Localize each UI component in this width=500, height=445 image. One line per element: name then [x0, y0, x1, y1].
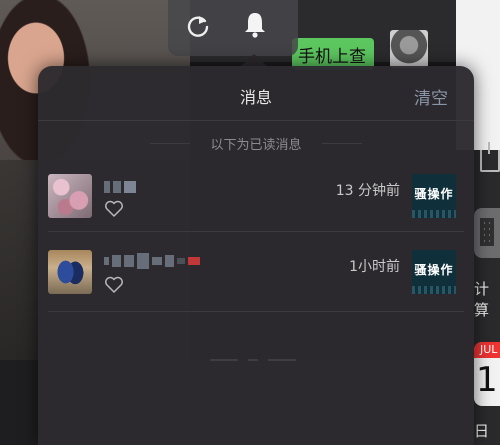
bell-icon[interactable] — [240, 10, 270, 40]
header-divider — [38, 120, 474, 121]
refresh-icon[interactable] — [185, 13, 211, 39]
heart-icon[interactable] — [104, 200, 124, 218]
post-thumbnail[interactable]: 骚操作 — [412, 174, 456, 218]
notification-row[interactable]: 13 分钟前 骚操作 — [38, 156, 474, 236]
calendar-day: 17 — [476, 360, 500, 400]
calendar-month: JUL — [474, 342, 500, 358]
popover-title: 消息 — [239, 88, 272, 107]
notification-popover: 消息 清空 以下为已读消息 13 分钟前 骚操作 1小时前 骚操作 — [38, 66, 474, 445]
calendar-app-icon[interactable]: JUL 17 — [474, 342, 500, 406]
pagination-indicator — [210, 359, 296, 362]
background-chat-avatar — [390, 30, 428, 68]
notification-time: 13 分钟前 — [335, 183, 400, 199]
calculator-app-icon[interactable] — [474, 208, 500, 258]
avatar[interactable] — [48, 174, 92, 218]
notification-time: 1小时前 — [349, 259, 400, 275]
row-divider — [48, 231, 464, 232]
post-thumbnail[interactable]: 骚操作 — [412, 250, 456, 294]
calendar-app-label: 日历 — [474, 422, 490, 445]
username-redacted — [104, 250, 203, 269]
share-icon[interactable] — [480, 142, 500, 172]
clear-button[interactable]: 清空 — [414, 84, 448, 109]
heart-icon[interactable] — [104, 276, 124, 294]
avatar[interactable] — [48, 250, 92, 294]
calculator-app-label: 计算 — [474, 280, 490, 319]
notification-row[interactable]: 1小时前 骚操作 — [38, 234, 474, 314]
row-divider — [48, 311, 464, 312]
read-messages-separator: 以下为已读消息 — [38, 134, 474, 153]
username-redacted — [104, 176, 139, 193]
